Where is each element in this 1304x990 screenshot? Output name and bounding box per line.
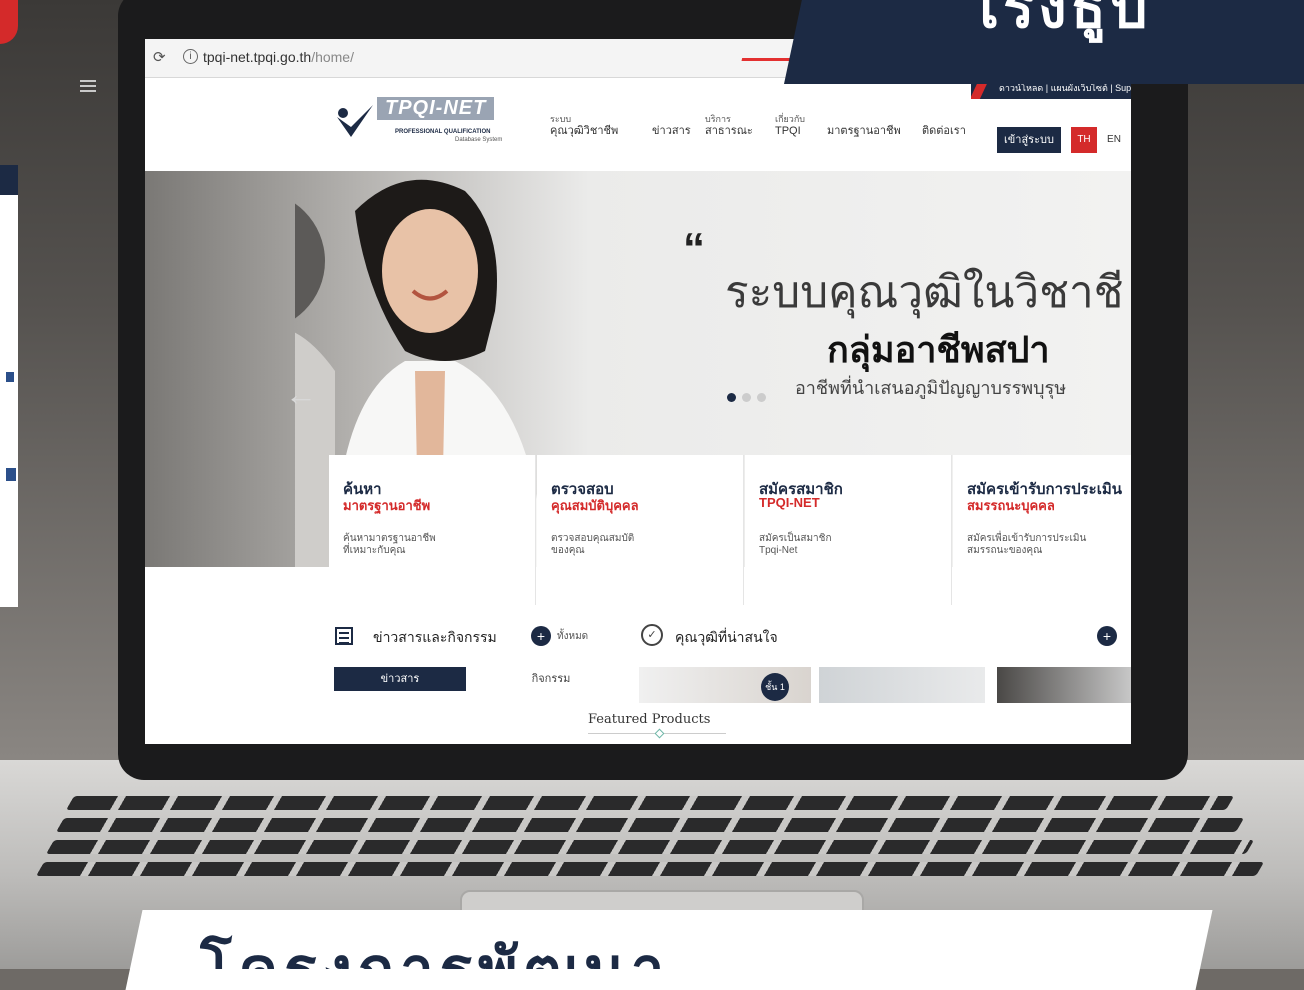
photo-thumbnail[interactable] <box>997 667 1131 703</box>
bottom-banner-text: โครงการพัฒนา <box>200 925 671 969</box>
website: ดาวน์โหลด | แผนผังเว็บไซต์ | Sup TPQI-NE… <box>145 77 1131 744</box>
checkmark-logo-icon <box>337 105 373 137</box>
url-text[interactable]: tpqi-net.tpqi.go.th/home/ <box>203 49 354 65</box>
login-button[interactable]: เข้าสู่ระบบ <box>997 127 1061 153</box>
card-verify-qualification[interactable]: ตรวจสอบ คุณสมบัติบุคคล ตรวจสอบคุณสมบัติข… <box>537 455 744 605</box>
card-apply-assessment[interactable]: สมัครเข้ารับการประเมิน สมรรถนะบุคคล สมัค… <box>953 455 1131 605</box>
logo-subtitle: PROFESSIONAL QUALIFICATION <box>395 129 491 135</box>
view-all-plus-icon-2[interactable]: + <box>1097 626 1117 646</box>
quote-icon: “ <box>683 224 705 273</box>
featured-products-heading: Featured Products <box>588 712 711 727</box>
service-cards: ค้นหา มาตรฐานอาชีพ ค้นหามาตรฐานอาชีพ ที่เ… <box>329 455 1131 605</box>
nav-item-public-service[interactable]: บริการ สาธารณะ <box>705 113 753 137</box>
logo-subtitle-2: Database System <box>455 137 503 143</box>
view-all-plus-icon[interactable]: + <box>531 626 551 646</box>
hero-headline: ระบบคุณวุฒิในวิชาชี <box>725 268 1124 317</box>
nav-item-standards[interactable]: มาตรฐานอาชีพ <box>827 125 901 137</box>
hero-caption: อาชีพที่นำเสนอภูมิปัญญาบรรพบุรุษ <box>795 378 1067 398</box>
card-search-standards[interactable]: ค้นหา มาตรฐานอาชีพ ค้นหามาตรฐานอาชีพ ที่เ… <box>329 455 536 605</box>
site-logo[interactable]: TPQI-NET PROFESSIONAL QUALIFICATION Data… <box>335 95 505 155</box>
nav-item-news[interactable]: ข่าวสาร <box>652 125 691 137</box>
hero-subheadline: กลุ่มอาชีพสปา <box>827 329 1050 370</box>
background-page-panel <box>0 165 18 607</box>
news-activities-heading: ข่าวสารและกิจกรรม <box>373 629 497 645</box>
hamburger-menu-icon <box>80 80 96 92</box>
info-icon[interactable]: i <box>183 49 198 64</box>
nav-item-qualification[interactable]: ระบบ คุณวุฒิวิชาชีพ <box>550 113 618 137</box>
tab-news[interactable]: ข่าวสาร <box>334 667 466 691</box>
background-link-mark <box>6 372 14 382</box>
laptop-screen: ⟳ i tpqi-net.tpqi.go.th/home/ ดาวน์โหลด … <box>145 39 1131 744</box>
level-badge: ชั้น 1 <box>761 673 789 701</box>
newspaper-icon <box>335 627 353 645</box>
logo-brand: TPQI-NET <box>377 97 495 120</box>
lang-th-button[interactable]: TH <box>1071 127 1097 153</box>
badge-check-icon: ✓ <box>641 624 663 646</box>
nav-item-about[interactable]: เกี่ยวกับ TPQI <box>775 113 805 137</box>
tab-activities[interactable]: กิจกรรม <box>485 667 617 691</box>
lang-en-button[interactable]: EN <box>1101 127 1127 153</box>
keyboard-keys <box>30 790 1274 900</box>
featured-qualifications-heading: คุณวุฒิที่น่าสนใจ <box>675 629 778 645</box>
prev-arrow-icon[interactable]: ← <box>285 376 317 413</box>
nav-item-contact[interactable]: ติดต่อเรา <box>922 125 966 137</box>
photo-thumbnail[interactable] <box>819 667 985 703</box>
carousel-dots[interactable] <box>727 389 772 407</box>
background-link-mark <box>6 468 16 481</box>
top-banner-text: โรงธูป <box>968 0 1151 40</box>
qualification-photos: ชั้น 1 <box>639 667 1131 703</box>
reload-icon[interactable]: ⟳ <box>153 48 166 66</box>
card-register-member[interactable]: สมัครสมาชิก TPQI-NET สมัครเป็นสมาชิก Tpqi… <box>745 455 952 605</box>
news-section: ข่าวสารและกิจกรรม + ทั้งหมด ✓ คุณวุฒิที่… <box>145 605 1131 744</box>
view-all-link[interactable]: ทั้งหมด <box>557 629 588 644</box>
